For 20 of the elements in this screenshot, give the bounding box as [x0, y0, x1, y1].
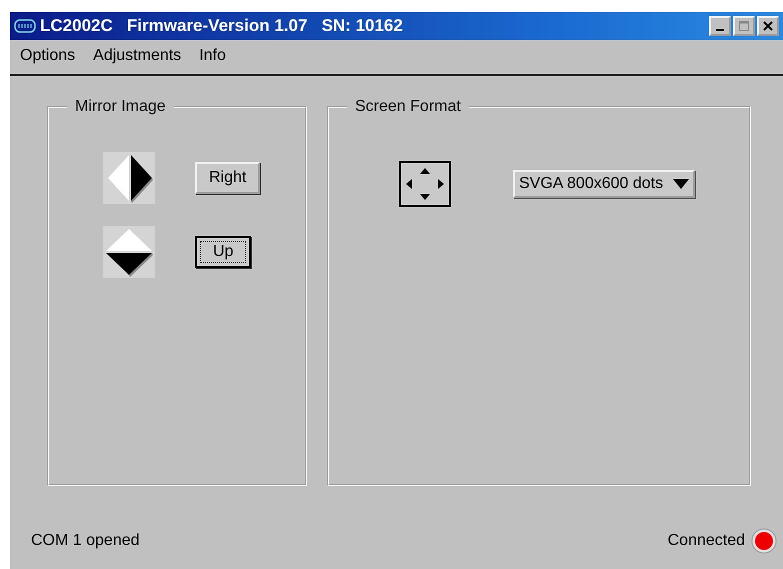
menu-item[interactable]: Adjustments [93, 47, 182, 65]
status-led [751, 528, 777, 554]
status-text: COM 1 opened [31, 532, 140, 550]
dropdown-arrow-icon [673, 179, 690, 189]
group-title: Mirror Image [74, 98, 167, 116]
group-title: Screen Format [354, 98, 462, 116]
minimize-button[interactable] [709, 16, 731, 36]
window-title: LC2002C Firmware-Version 1.07 SN: 10162 [40, 16, 404, 36]
menu-item[interactable]: Options [20, 47, 76, 65]
close-button[interactable] [757, 16, 779, 36]
maximize-icon [739, 21, 749, 31]
screen-format-icon [399, 161, 451, 207]
format-dropdown[interactable]: SVGA 800x600 dots [513, 170, 696, 198]
connection-text: Connected [668, 532, 745, 550]
app-icon [14, 19, 36, 33]
mirror-button[interactable]: Up [195, 236, 252, 268]
mirror-button[interactable]: Right [195, 162, 260, 194]
menu-item[interactable]: Info [199, 47, 226, 65]
close-icon [763, 21, 773, 31]
minimize-icon [716, 29, 724, 31]
